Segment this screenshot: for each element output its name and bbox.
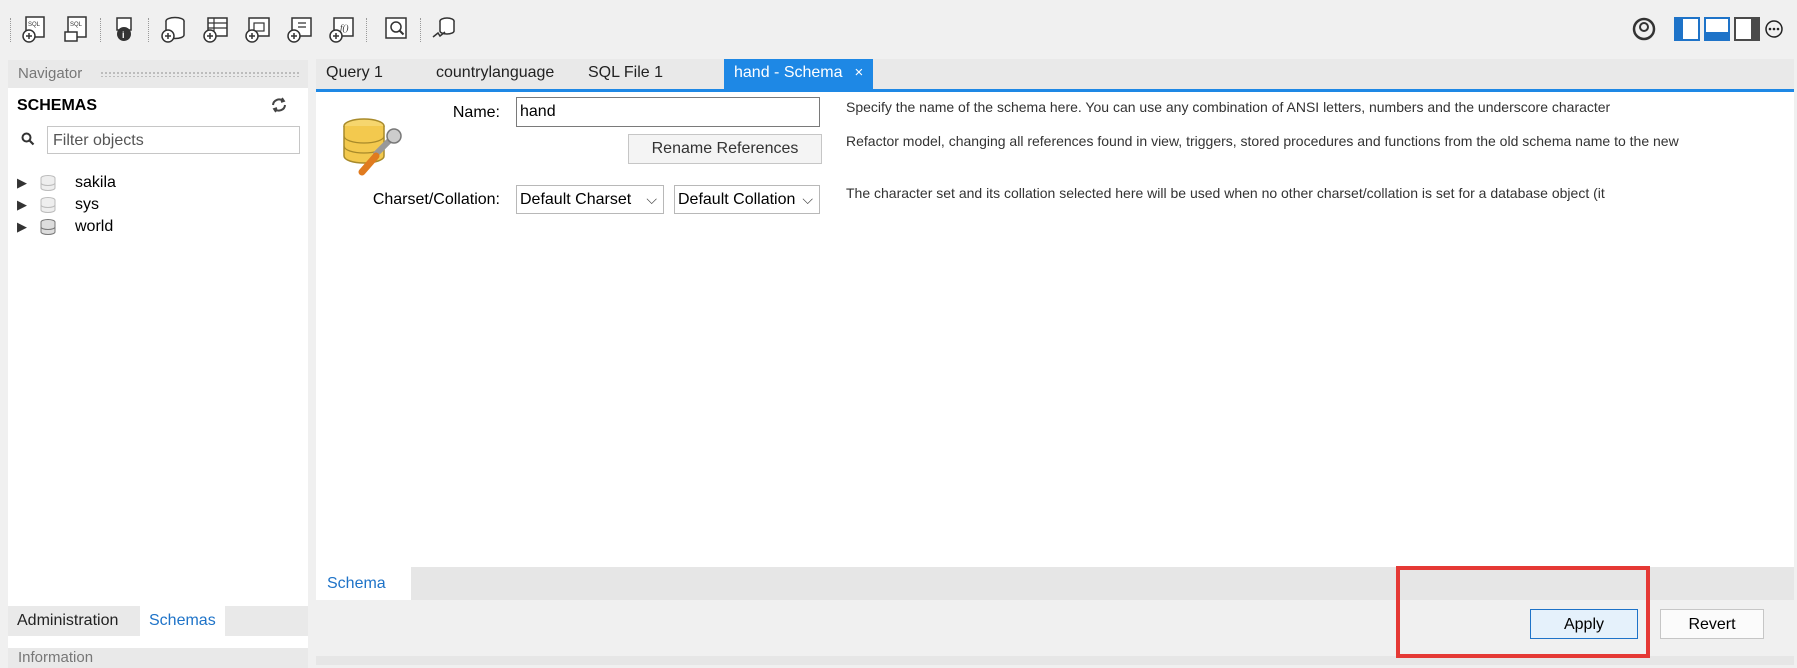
open-sql-script-icon[interactable]: SQL bbox=[60, 14, 92, 44]
schema-item-sakila[interactable]: ▶ sakila bbox=[17, 172, 297, 194]
tab-administration[interactable]: Administration bbox=[8, 606, 127, 636]
filter-objects-input[interactable]: Filter objects bbox=[47, 126, 300, 154]
tab-schemas[interactable]: Schemas bbox=[140, 606, 225, 636]
information-title: Information bbox=[18, 649, 94, 666]
help-text-charset: The character set and its collation sele… bbox=[846, 185, 1605, 201]
create-view-icon[interactable] bbox=[242, 14, 274, 44]
create-function-icon[interactable]: f() bbox=[326, 14, 358, 44]
navigator-header: Navigator bbox=[8, 60, 308, 88]
expand-arrow-icon[interactable]: ▶ bbox=[17, 194, 27, 216]
expand-arrow-icon[interactable]: ▶ bbox=[17, 172, 27, 194]
panel-grip bbox=[100, 71, 300, 77]
schema-item-world[interactable]: ▶ world bbox=[17, 216, 297, 238]
schema-item-sys[interactable]: ▶ sys bbox=[17, 194, 297, 216]
svg-text:i: i bbox=[122, 30, 125, 40]
tab-hand-schema[interactable]: hand - Schema × bbox=[724, 59, 874, 89]
tab-label: hand - Schema bbox=[734, 64, 843, 81]
navigator-bottom-tabs: Administration Schemas bbox=[8, 606, 308, 636]
bottom-strip bbox=[316, 656, 1794, 665]
toggle-secondary-sidebar-icon[interactable] bbox=[1734, 17, 1760, 41]
search-icon bbox=[21, 132, 35, 150]
schema-label: sys bbox=[75, 196, 99, 213]
navigator-title: Navigator bbox=[18, 65, 83, 82]
expand-arrow-icon[interactable]: ▶ bbox=[17, 216, 27, 238]
new-sql-tab-icon[interactable]: SQL bbox=[18, 14, 50, 44]
revert-button[interactable]: Revert bbox=[1660, 609, 1764, 639]
inspector-icon[interactable]: i bbox=[108, 14, 140, 44]
toolbar-separator bbox=[100, 18, 102, 42]
collation-value: Default Collation bbox=[678, 191, 795, 208]
toolbar-separator bbox=[366, 18, 368, 42]
chevron-down-icon: ⌵ bbox=[646, 191, 657, 207]
charset-select[interactable]: Default Charset ⌵ bbox=[516, 185, 664, 214]
editor-subtab-bar: Schema bbox=[316, 567, 1794, 600]
create-schema-icon[interactable] bbox=[158, 14, 190, 44]
toggle-sidebar-icon[interactable] bbox=[1674, 17, 1700, 41]
schema-label: world bbox=[75, 218, 114, 235]
charset-value: Default Charset bbox=[520, 191, 632, 208]
more-options-icon[interactable] bbox=[1762, 14, 1786, 44]
help-text-rename: Refactor model, changing all references … bbox=[846, 133, 1679, 149]
filter-row: Filter objects bbox=[16, 126, 306, 156]
create-procedure-icon[interactable] bbox=[284, 14, 316, 44]
schema-name-input[interactable]: hand bbox=[516, 97, 820, 127]
close-icon[interactable]: × bbox=[855, 64, 864, 81]
name-label: Name: bbox=[452, 104, 500, 121]
tab-query-1[interactable]: Query 1 bbox=[316, 59, 393, 89]
tab-sql-file-1[interactable]: SQL File 1 bbox=[578, 59, 673, 89]
tab-countrylanguage[interactable]: countrylanguage bbox=[426, 59, 564, 89]
navigator-panel: Navigator SCHEMAS Filter objects ▶ sakil… bbox=[8, 60, 308, 668]
reconnect-icon[interactable] bbox=[428, 14, 460, 44]
editor-tab-bar: Query 1 countrylanguage SQL File 1 hand … bbox=[316, 59, 1794, 92]
search-table-data-icon[interactable] bbox=[380, 14, 412, 44]
sql-glyph: SQL bbox=[70, 22, 83, 28]
help-text-name: Specify the name of the schema here. You… bbox=[846, 99, 1611, 115]
database-icon bbox=[39, 218, 57, 243]
create-table-icon[interactable] bbox=[200, 14, 232, 44]
rename-references-button[interactable]: Rename References bbox=[628, 134, 822, 164]
toolbar-separator bbox=[148, 18, 150, 42]
charset-collation-label: Charset/Collation: bbox=[372, 191, 500, 208]
chevron-down-icon: ⌵ bbox=[802, 191, 813, 207]
collation-select[interactable]: Default Collation ⌵ bbox=[674, 185, 820, 214]
apply-button[interactable]: Apply bbox=[1530, 609, 1638, 639]
main-toolbar: SQL SQL i f() bbox=[0, 0, 1797, 58]
refresh-icon[interactable] bbox=[270, 97, 288, 117]
schema-editor: Name: hand Rename References Charset/Col… bbox=[316, 92, 1794, 568]
subtab-schema[interactable]: Schema bbox=[316, 567, 411, 600]
toggle-output-panel-icon[interactable] bbox=[1704, 17, 1730, 41]
schemas-title: SCHEMAS bbox=[17, 97, 98, 114]
schema-wrench-icon bbox=[340, 114, 404, 182]
schema-label: sakila bbox=[75, 174, 116, 191]
information-header: Information bbox=[8, 648, 308, 668]
svg-text:f(): f() bbox=[340, 23, 349, 33]
navigator-body: SCHEMAS Filter objects ▶ sakila ▶ sys ▶ bbox=[8, 88, 308, 668]
sql-glyph: SQL bbox=[28, 22, 41, 28]
settings-gear-icon[interactable] bbox=[1628, 14, 1660, 44]
toolbar-separator bbox=[420, 18, 422, 42]
toolbar-separator bbox=[10, 18, 12, 42]
